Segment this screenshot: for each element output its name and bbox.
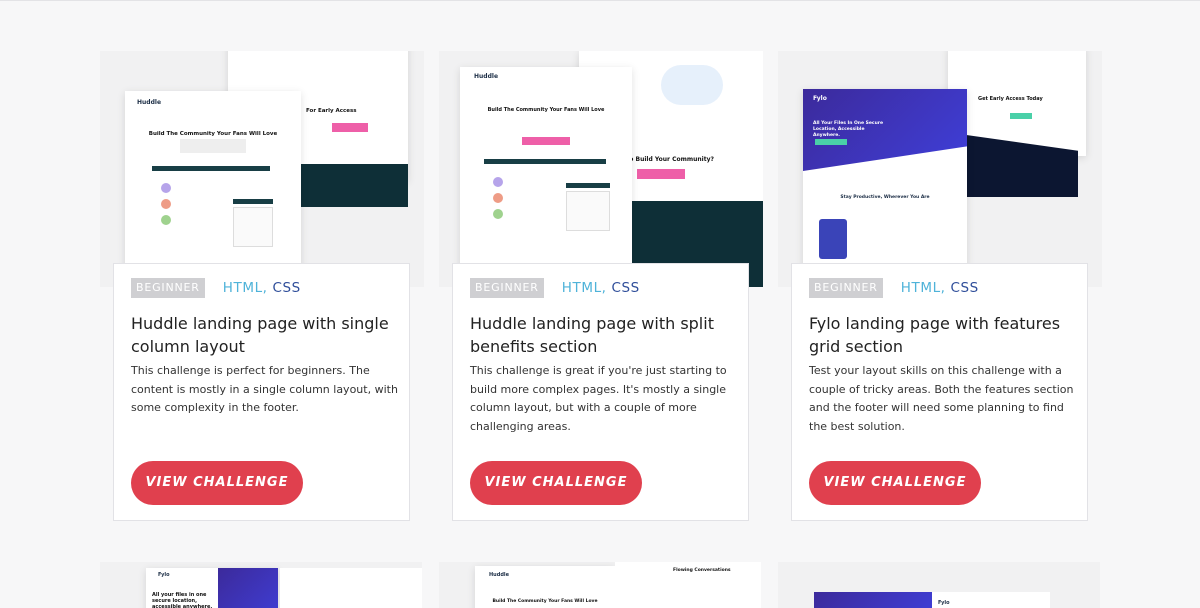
html-tag: HTML, xyxy=(561,280,607,296)
preview-page: Huddle Build The Community Your Fans Wil… xyxy=(125,91,301,287)
preview-pink-button xyxy=(332,123,368,132)
preview-headline: Build The Community Your Fans Will Love xyxy=(492,599,598,604)
challenge-title[interactable]: Huddle landing page with single column l… xyxy=(131,312,396,358)
challenge-description: This challenge is perfect for beginners.… xyxy=(131,364,398,414)
view-challenge-button[interactable]: VIEW CHALLENGE xyxy=(809,461,981,505)
challenge-preview-image[interactable]: Get Early Access Today Fylo All Your Fil… xyxy=(778,51,1102,287)
language-tags: HTML, CSS xyxy=(562,280,640,296)
preview-brand: Fylo xyxy=(938,600,950,606)
challenge-description: Test your layout skills on this challeng… xyxy=(809,364,1074,433)
preview-section-title: Stay Productive, Wherever You Are xyxy=(840,195,930,200)
challenge-card: For Early Access Huddle Build The Commun… xyxy=(100,51,424,521)
preview-brand: Fylo xyxy=(813,95,827,102)
view-challenge-button[interactable]: VIEW CHALLENGE xyxy=(470,461,642,505)
preview-side-text: Get Early Access Today xyxy=(978,96,1043,102)
challenge-card-body: BEGINNER HTML, CSS Huddle landing page w… xyxy=(452,263,749,521)
challenge-preview-image[interactable]: Fylo xyxy=(778,562,1100,608)
challenge-preview-image[interactable]: For Early Access Huddle Build The Commun… xyxy=(100,51,424,287)
preview-headline: All Your Files In One Secure Location, A… xyxy=(813,121,884,138)
preview-brand: Huddle xyxy=(474,73,499,80)
challenge-card: y To Build Your Community? Huddle Build … xyxy=(439,51,763,521)
difficulty-badge: BEGINNER xyxy=(131,278,205,298)
preview-page: Huddle Build The Community Your Fans Wil… xyxy=(460,67,632,287)
challenge-description: This challenge is great if you're just s… xyxy=(470,364,727,433)
preview-side-text: y To Build Your Community? xyxy=(620,156,714,163)
language-tags: HTML, CSS xyxy=(901,280,979,296)
challenge-title[interactable]: Huddle landing page with split benefits … xyxy=(470,312,735,358)
css-tag: CSS xyxy=(272,280,301,296)
top-divider xyxy=(0,0,1200,1)
challenge-preview-image[interactable]: Huddle Build The Community Your Fans Wil… xyxy=(439,562,761,608)
css-tag: CSS xyxy=(950,280,979,296)
challenge-preview-image[interactable]: Fylo All your files in one secure locati… xyxy=(100,562,422,608)
challenge-card: Get Early Access Today Fylo All Your Fil… xyxy=(778,51,1102,521)
challenge-card-body: BEGINNER HTML, CSS Fylo landing page wit… xyxy=(791,263,1088,521)
preview-brand: Huddle xyxy=(137,99,162,106)
preview-headline: All your files in one secure location, a… xyxy=(152,592,213,608)
challenge-title[interactable]: Fylo landing page with features grid sec… xyxy=(809,312,1074,358)
view-challenge-button[interactable]: VIEW CHALLENGE xyxy=(131,461,303,505)
css-tag: CSS xyxy=(611,280,640,296)
challenge-preview-image[interactable]: y To Build Your Community? Huddle Build … xyxy=(439,51,763,287)
preview-page: Fylo All Your Files In One Secure Locati… xyxy=(803,89,967,287)
difficulty-badge: BEGINNER xyxy=(809,278,883,298)
preview-pink-button xyxy=(637,169,685,179)
html-tag: HTML, xyxy=(900,280,946,296)
language-tags: HTML, CSS xyxy=(223,280,301,296)
html-tag: HTML, xyxy=(222,280,268,296)
preview-side-text: For Early Access xyxy=(306,108,357,114)
challenge-card-body: BEGINNER HTML, CSS Huddle landing page w… xyxy=(113,263,410,521)
preview-headline: Build The Community Your Fans Will Love xyxy=(487,107,605,113)
preview-headline: Build The Community Your Fans Will Love xyxy=(148,131,278,137)
preview-side-text: Flowing Conversations xyxy=(673,568,731,573)
preview-brand: Fylo xyxy=(158,572,170,578)
preview-brand: Huddle xyxy=(489,572,510,578)
difficulty-badge: BEGINNER xyxy=(470,278,544,298)
